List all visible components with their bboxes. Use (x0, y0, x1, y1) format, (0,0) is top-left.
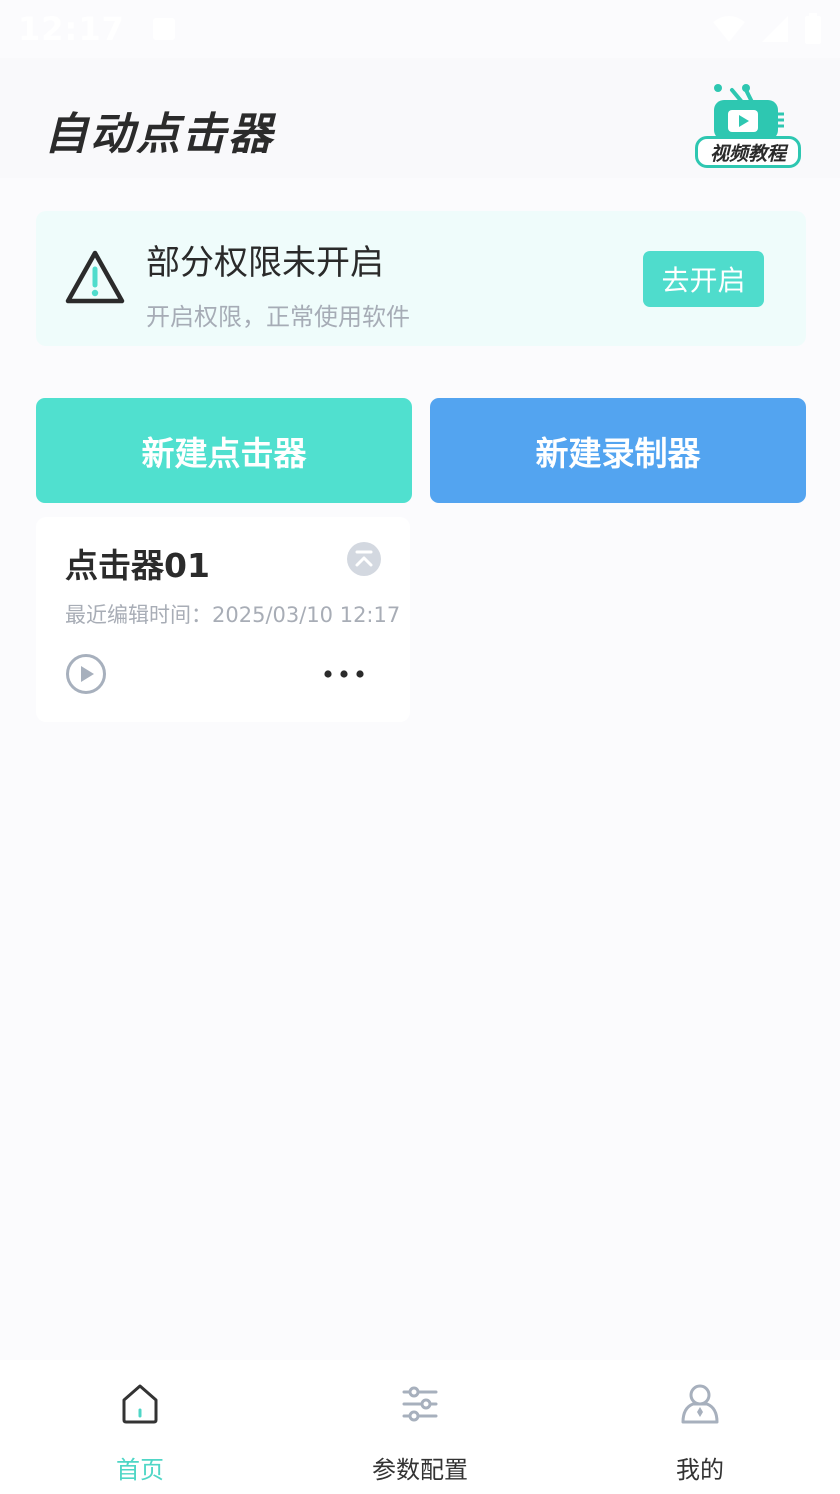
pin-top-icon[interactable] (346, 541, 382, 577)
nav-settings[interactable]: 参数配置 (280, 1360, 560, 1494)
notification-icon (152, 18, 175, 40)
new-recorder-button[interactable]: 新建录制器 (430, 398, 806, 503)
nav-home[interactable]: 首页 (0, 1360, 280, 1494)
play-icon[interactable] (65, 653, 107, 695)
clicker-card[interactable]: 点击器01 最近编辑时间：2025/03/10 12:17 (36, 517, 410, 722)
tutorial-label: 视频教程 (695, 136, 801, 168)
nav-home-label: 首页 (116, 1456, 164, 1484)
status-bar: 12:17 (0, 0, 840, 58)
app-header: 自动点击器 视频教程 (0, 58, 840, 178)
warning-icon (65, 250, 125, 304)
permission-banner: 部分权限未开启 开启权限，正常使用软件 去开启 (36, 211, 806, 346)
permission-title: 部分权限未开启 (146, 243, 384, 283)
home-icon (122, 1384, 158, 1424)
signal-icon (762, 16, 788, 42)
clicker-name: 点击器01 (65, 546, 210, 585)
nav-profile[interactable]: 我的 (560, 1360, 840, 1494)
permission-subtitle: 开启权限，正常使用软件 (146, 303, 410, 331)
new-clicker-button[interactable]: 新建点击器 (36, 398, 412, 503)
battery-icon (805, 13, 821, 44)
nav-profile-label: 我的 (676, 1456, 724, 1484)
enable-permission-button[interactable]: 去开启 (643, 251, 764, 307)
video-tutorial-button[interactable]: 视频教程 (694, 84, 802, 170)
app-title: 自动点击器 (44, 109, 274, 160)
profile-icon (681, 1384, 719, 1424)
clicker-edit-time: 最近编辑时间：2025/03/10 12:17 (65, 603, 401, 627)
wifi-icon (713, 16, 745, 42)
status-time: 12:17 (18, 10, 125, 48)
nav-settings-label: 参数配置 (372, 1456, 468, 1484)
bottom-navigation: 首页 参数配置 我的 (0, 1360, 840, 1494)
more-options-icon[interactable] (322, 662, 366, 686)
tv-icon (714, 84, 784, 140)
sliders-icon (402, 1386, 438, 1422)
